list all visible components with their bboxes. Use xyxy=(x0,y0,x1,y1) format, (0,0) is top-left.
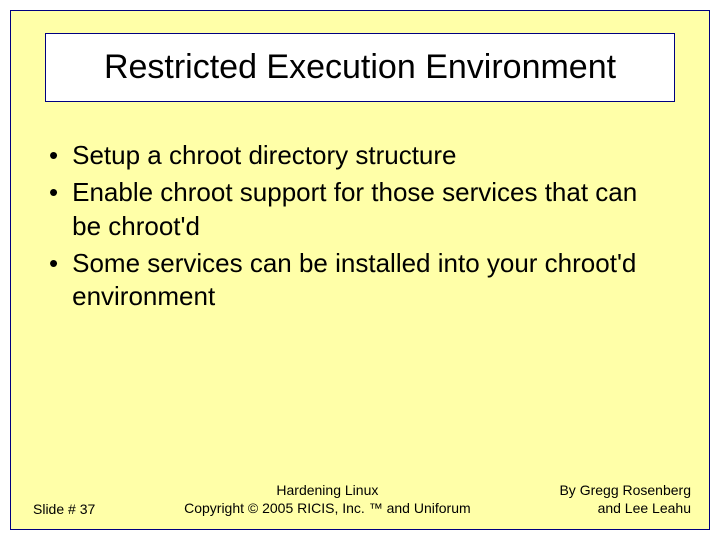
list-item: • Setup a chroot directory structure xyxy=(47,139,673,172)
footer-right-line1: By Gregg Rosenberg xyxy=(559,482,691,500)
footer-authors: By Gregg Rosenberg and Lee Leahu xyxy=(559,482,691,517)
footer-slide-number: Slide # 37 xyxy=(33,501,95,517)
bullet-text: Some services can be installed into your… xyxy=(72,247,673,314)
bullet-text: Setup a chroot directory structure xyxy=(72,139,456,172)
slide-title: Restricted Execution Environment xyxy=(56,48,664,87)
list-item: • Some services can be installed into yo… xyxy=(47,247,673,314)
footer: Slide # 37 Hardening Linux Copyright © 2… xyxy=(11,482,709,517)
bullet-icon: • xyxy=(49,176,58,209)
bullet-icon: • xyxy=(49,139,58,172)
bullet-text: Enable chroot support for those services… xyxy=(72,176,673,243)
slide: Restricted Execution Environment • Setup… xyxy=(10,10,710,530)
footer-center: Hardening Linux Copyright © 2005 RICIS, … xyxy=(95,482,559,517)
bullet-list: • Setup a chroot directory structure • E… xyxy=(47,139,673,317)
footer-right-line2: and Lee Leahu xyxy=(559,500,691,518)
list-item: • Enable chroot support for those servic… xyxy=(47,176,673,243)
title-box: Restricted Execution Environment xyxy=(45,33,675,102)
footer-center-line1: Hardening Linux xyxy=(95,482,559,500)
bullet-icon: • xyxy=(49,247,58,280)
footer-center-line2: Copyright © 2005 RICIS, Inc. ™ and Unifo… xyxy=(95,500,559,518)
